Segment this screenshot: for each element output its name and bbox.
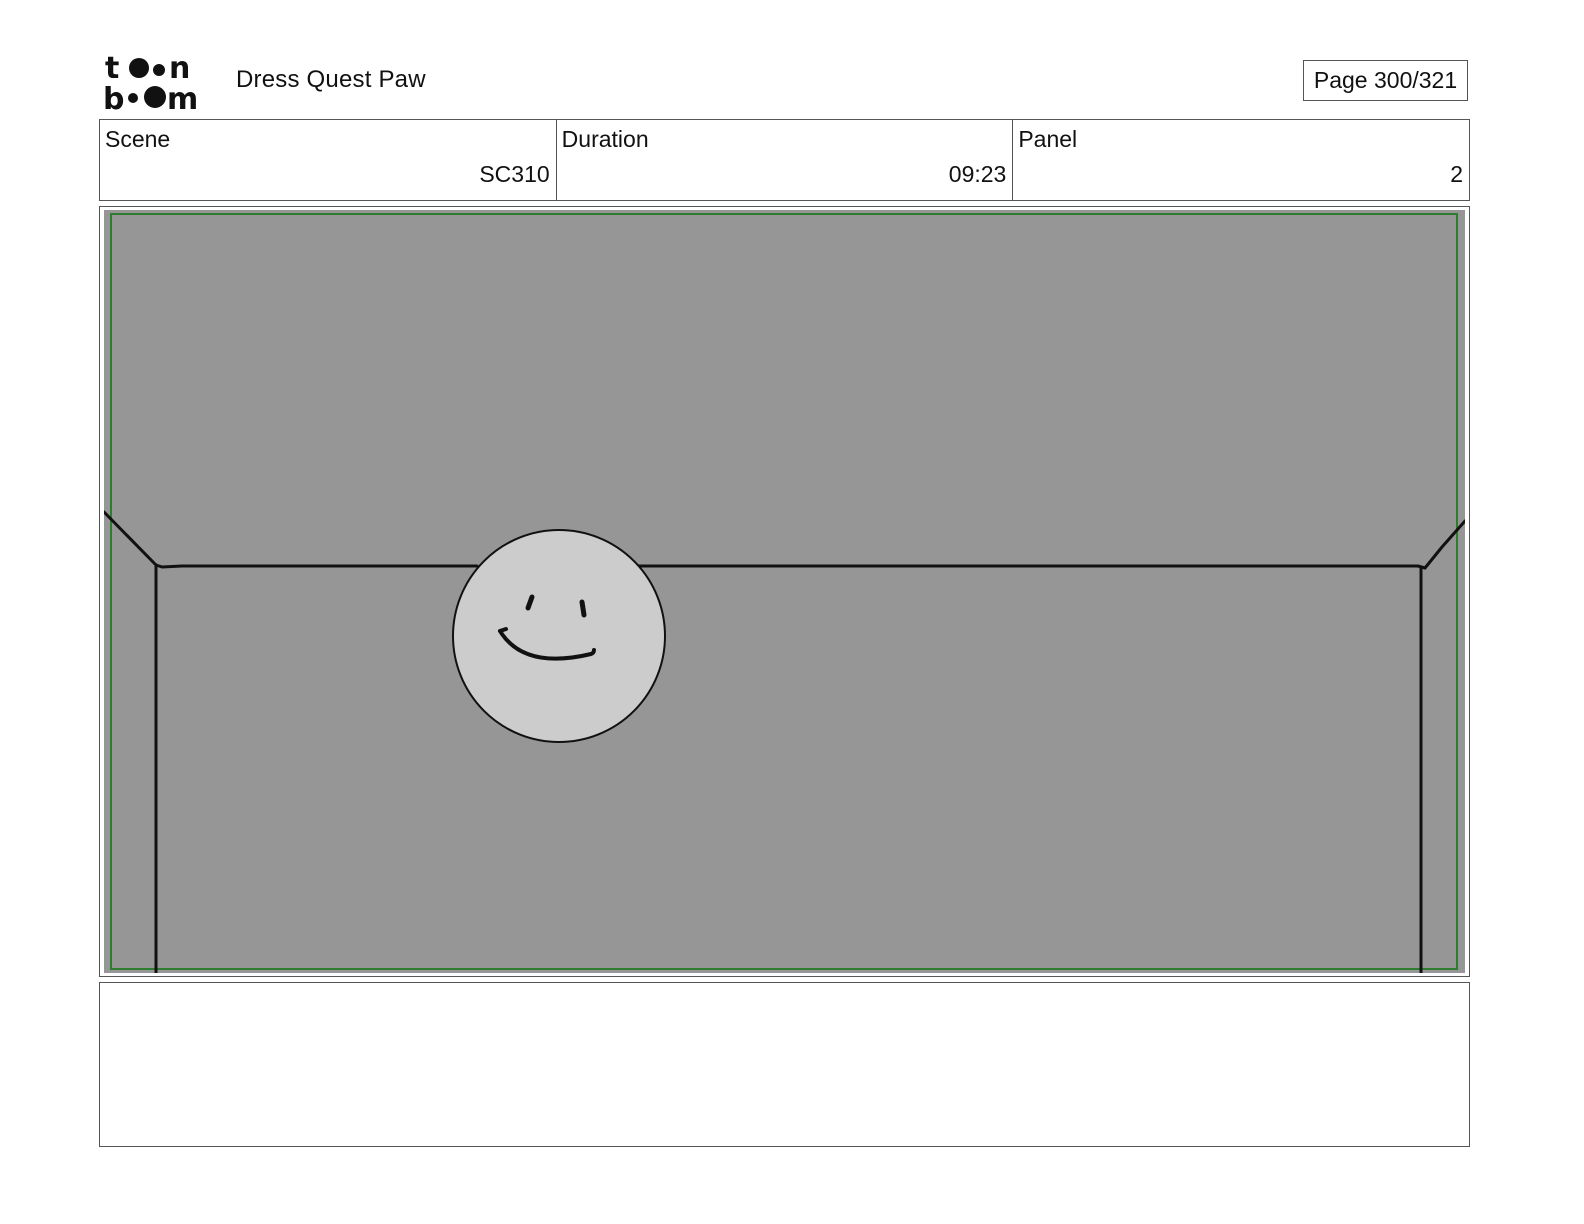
panel-info-table: Scene SC310 Duration 09:23 Panel 2 xyxy=(99,119,1470,201)
panel-background xyxy=(104,210,1465,973)
toon-boom-logo: t n b m xyxy=(103,51,198,114)
project-title: Dress Quest Paw xyxy=(236,66,426,93)
svg-text:t: t xyxy=(105,51,119,86)
scene-cell: Scene SC310 xyxy=(100,120,557,200)
panel-cell: Panel 2 xyxy=(1013,120,1469,200)
duration-cell: Duration 09:23 xyxy=(557,120,1014,200)
duration-value: 09:23 xyxy=(948,161,1007,187)
svg-text:m: m xyxy=(167,82,198,114)
duration-label: Duration xyxy=(561,126,649,152)
panel-notes[interactable] xyxy=(99,982,1470,1147)
svg-text:b: b xyxy=(103,82,124,114)
panel-drawing xyxy=(104,210,1465,973)
storyboard-panel xyxy=(99,206,1470,977)
smiley-face-icon xyxy=(452,529,666,743)
svg-text:n: n xyxy=(169,51,190,86)
page-indicator: Page 300/321 xyxy=(1303,60,1468,101)
scene-value: SC310 xyxy=(479,161,550,187)
panel-value: 2 xyxy=(1450,161,1464,187)
scene-label: Scene xyxy=(105,126,171,152)
panel-label: Panel xyxy=(1018,126,1078,152)
